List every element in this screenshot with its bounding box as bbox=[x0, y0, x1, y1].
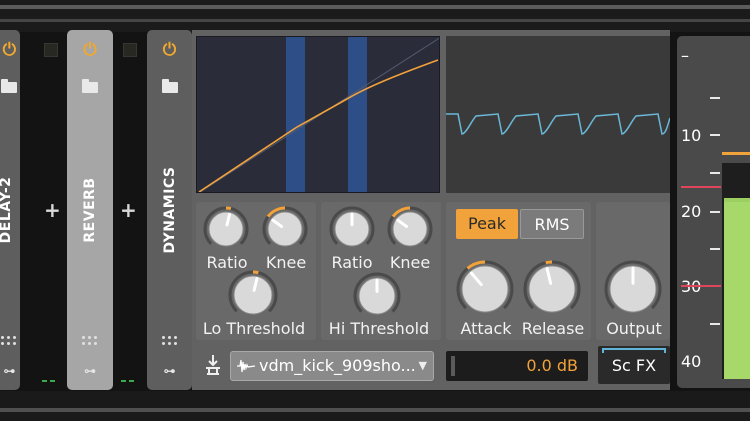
sidechain-gain-field[interactable]: 0.0 dB bbox=[446, 351, 588, 381]
gain-reduction-trace bbox=[446, 113, 670, 135]
hi-knee-knob[interactable] bbox=[387, 206, 433, 252]
attack-knob[interactable] bbox=[456, 260, 514, 318]
meter-tick bbox=[710, 134, 720, 136]
hi-threshold-label: Hi Threshold bbox=[328, 319, 430, 338]
meter-tick bbox=[710, 172, 720, 174]
sidechain-input-icon[interactable] bbox=[204, 354, 222, 376]
meter-scale-label: 10 bbox=[681, 126, 702, 145]
attack-label: Attack bbox=[460, 319, 512, 338]
signal-indicator bbox=[121, 380, 135, 382]
meter-scale-label: 20 bbox=[681, 202, 702, 221]
folder-icon[interactable] bbox=[1, 79, 18, 93]
audio-waveform-icon bbox=[237, 359, 255, 373]
meter-tick bbox=[710, 211, 720, 213]
lo-knee-knob[interactable] bbox=[262, 206, 308, 252]
device-name: REVERB bbox=[82, 177, 98, 243]
output-label: Output bbox=[606, 319, 662, 338]
meter-scale-label: – bbox=[681, 46, 689, 65]
power-icon[interactable]: ⏻ bbox=[163, 40, 176, 60]
grid-dots-icon[interactable] bbox=[1, 336, 17, 348]
window-bottom-frame bbox=[0, 391, 750, 421]
release-knob[interactable] bbox=[523, 260, 581, 318]
folder-icon[interactable] bbox=[161, 79, 178, 93]
hi-ratio-knob[interactable] bbox=[329, 206, 375, 252]
device-name: DELAY-2 bbox=[0, 176, 14, 244]
sidechain-fx-button[interactable]: Sc FX bbox=[598, 346, 670, 384]
chevron-down-icon: ▼ bbox=[418, 359, 427, 372]
peak-mode-button[interactable]: Peak bbox=[456, 209, 518, 239]
add-device-button[interactable]: + bbox=[44, 198, 61, 222]
hi-threshold-knob[interactable] bbox=[353, 272, 401, 320]
sidechain-gain-value: 0.0 dB bbox=[526, 356, 578, 375]
sidechain-fx-indicator bbox=[602, 348, 666, 353]
device-name: DYNAMICS bbox=[161, 166, 178, 254]
transfer-curve-display[interactable] bbox=[196, 36, 440, 193]
sidechain-fx-label: Sc FX bbox=[611, 356, 657, 375]
meter-tick bbox=[710, 248, 720, 250]
threshold-marker bbox=[681, 186, 721, 188]
hi-ratio-label: Ratio bbox=[331, 253, 373, 272]
sidechain-source-value: vdm_kick_909sho... bbox=[259, 356, 416, 375]
power-icon[interactable]: ⏻ bbox=[83, 40, 96, 60]
meter-peak-hold bbox=[722, 152, 750, 155]
add-device-button[interactable]: + bbox=[120, 198, 137, 222]
power-icon[interactable]: ⏻ bbox=[3, 40, 16, 60]
key-icon[interactable]: ⊶ bbox=[84, 364, 96, 378]
grid-dots-icon[interactable] bbox=[161, 336, 178, 348]
key-icon[interactable]: ⊶ bbox=[164, 364, 176, 378]
meter-tick bbox=[710, 323, 720, 325]
device-strip-reverb[interactable]: ⏻ REVERB ⊶ bbox=[67, 30, 113, 390]
meter-level-fill bbox=[724, 198, 750, 379]
signal-indicator bbox=[42, 380, 56, 382]
device-strip-dynamics[interactable]: ⏻ DYNAMICS ⊶ bbox=[147, 30, 192, 390]
grid-dots-icon[interactable] bbox=[82, 336, 98, 348]
meter-tick bbox=[710, 97, 720, 99]
output-knob[interactable] bbox=[604, 260, 662, 318]
device-strip-delay[interactable]: ⏻ DELAY-2 ⊶ bbox=[0, 30, 20, 390]
transfer-curve bbox=[198, 37, 439, 192]
meter-scale-label: 40 bbox=[681, 352, 702, 371]
release-label: Release bbox=[521, 319, 585, 338]
hi-knee-label: Knee bbox=[389, 253, 431, 272]
lo-ratio-knob[interactable] bbox=[203, 206, 249, 252]
folder-icon[interactable] bbox=[82, 79, 98, 93]
window-top-frame bbox=[0, 0, 750, 32]
rms-mode-button[interactable]: RMS bbox=[520, 209, 584, 239]
device-slot-indicator bbox=[123, 43, 137, 57]
waveform-scope bbox=[446, 36, 670, 193]
gain-slider-handle[interactable] bbox=[451, 356, 455, 376]
lo-threshold-knob[interactable] bbox=[228, 270, 278, 320]
key-icon[interactable]: ⊶ bbox=[3, 364, 15, 378]
device-slot-indicator bbox=[44, 43, 58, 57]
sidechain-source-select[interactable]: vdm_kick_909sho... ▼ bbox=[230, 351, 434, 381]
lo-threshold-label: Lo Threshold bbox=[202, 319, 306, 338]
threshold-marker bbox=[681, 285, 721, 287]
